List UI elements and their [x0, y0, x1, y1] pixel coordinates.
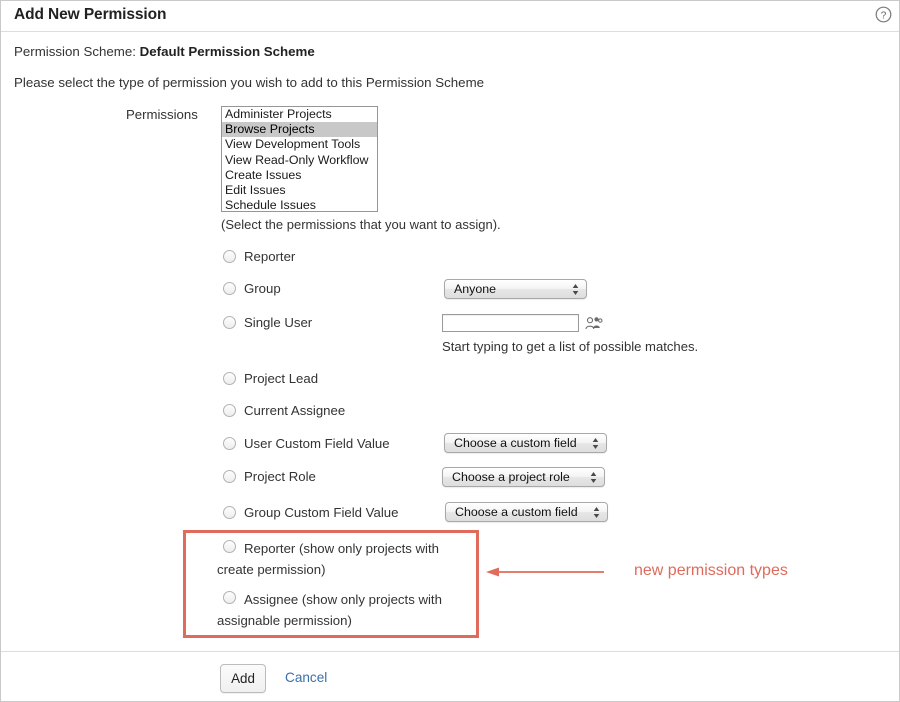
footer-divider: [1, 651, 899, 652]
permission-scheme-name: Default Permission Scheme: [139, 44, 315, 59]
radio-project-role[interactable]: [223, 470, 236, 483]
list-item[interactable]: View Read-Only Workflow: [222, 153, 377, 168]
label-current-assignee: Current Assignee: [244, 403, 346, 418]
user-custom-field-select-value: Choose a custom field: [454, 436, 577, 450]
list-item[interactable]: View Development Tools: [222, 137, 377, 152]
chevron-updown-icon: [592, 437, 599, 450]
radio-reporter[interactable]: [223, 250, 236, 263]
chevron-updown-icon: [590, 471, 597, 484]
list-item[interactable]: Create Issues: [222, 168, 377, 183]
permissions-hint: (Select the permissions that you want to…: [221, 217, 501, 232]
radio-current-assignee[interactable]: [223, 404, 236, 417]
annotation-arrow-icon: [486, 566, 604, 578]
project-role-select-value: Choose a project role: [452, 470, 570, 484]
label-reporter: Reporter: [244, 249, 296, 264]
permissions-listbox[interactable]: Administer Projects Browse Projects View…: [221, 106, 378, 212]
chevron-updown-icon: [593, 506, 600, 519]
permission-scheme-line: Permission Scheme: Default Permission Sc…: [14, 44, 315, 59]
svg-text:?: ?: [881, 10, 887, 21]
list-item[interactable]: Edit Issues: [222, 183, 377, 198]
label-group-custom-field-value: Group Custom Field Value: [244, 505, 399, 520]
label-group: Group: [244, 281, 281, 296]
list-item[interactable]: Browse Projects: [222, 122, 377, 138]
group-select-value: Anyone: [454, 282, 497, 296]
label-project-role: Project Role: [244, 469, 316, 484]
page-title: Add New Permission: [14, 6, 167, 23]
permissions-label: Permissions: [126, 107, 198, 122]
radio-group[interactable]: [223, 282, 236, 295]
radio-project-lead[interactable]: [223, 372, 236, 385]
project-role-select[interactable]: Choose a project role: [442, 467, 605, 487]
single-user-input[interactable]: [442, 314, 579, 332]
list-item[interactable]: Administer Projects: [222, 107, 377, 122]
radio-single-user[interactable]: [223, 316, 236, 329]
permission-scheme-label: Permission Scheme:: [14, 44, 136, 59]
single-user-hint: Start typing to get a list of possible m…: [442, 339, 699, 354]
cancel-link[interactable]: Cancel: [285, 670, 327, 685]
label-assignee-assignable-permission: Assignee (show only projects with assign…: [217, 592, 442, 628]
help-circle-icon[interactable]: ?: [875, 6, 892, 23]
label-reporter-create-permission: Reporter (show only projects with create…: [217, 541, 439, 577]
radio-group-custom-field-value[interactable]: [223, 506, 236, 519]
dialog-header: Add New Permission ?: [1, 1, 899, 32]
instruction-text: Please select the type of permission you…: [14, 75, 485, 90]
add-button[interactable]: Add: [220, 664, 266, 693]
add-new-permission-dialog: Add New Permission ? Permission Scheme: …: [0, 0, 900, 702]
group-custom-field-select-value: Choose a custom field: [455, 505, 578, 519]
label-single-user: Single User: [244, 315, 313, 330]
user-picker-icon[interactable]: [585, 316, 603, 330]
annotation-label: new permission types: [634, 562, 788, 579]
chevron-updown-icon: [572, 283, 579, 296]
radio-user-custom-field-value[interactable]: [223, 437, 236, 450]
group-custom-field-select[interactable]: Choose a custom field: [445, 502, 608, 522]
label-project-lead: Project Lead: [244, 371, 319, 386]
group-select[interactable]: Anyone: [444, 279, 587, 299]
list-item[interactable]: Schedule Issues: [222, 198, 377, 211]
label-user-custom-field-value: User Custom Field Value: [244, 436, 390, 451]
user-custom-field-select[interactable]: Choose a custom field: [444, 433, 607, 453]
